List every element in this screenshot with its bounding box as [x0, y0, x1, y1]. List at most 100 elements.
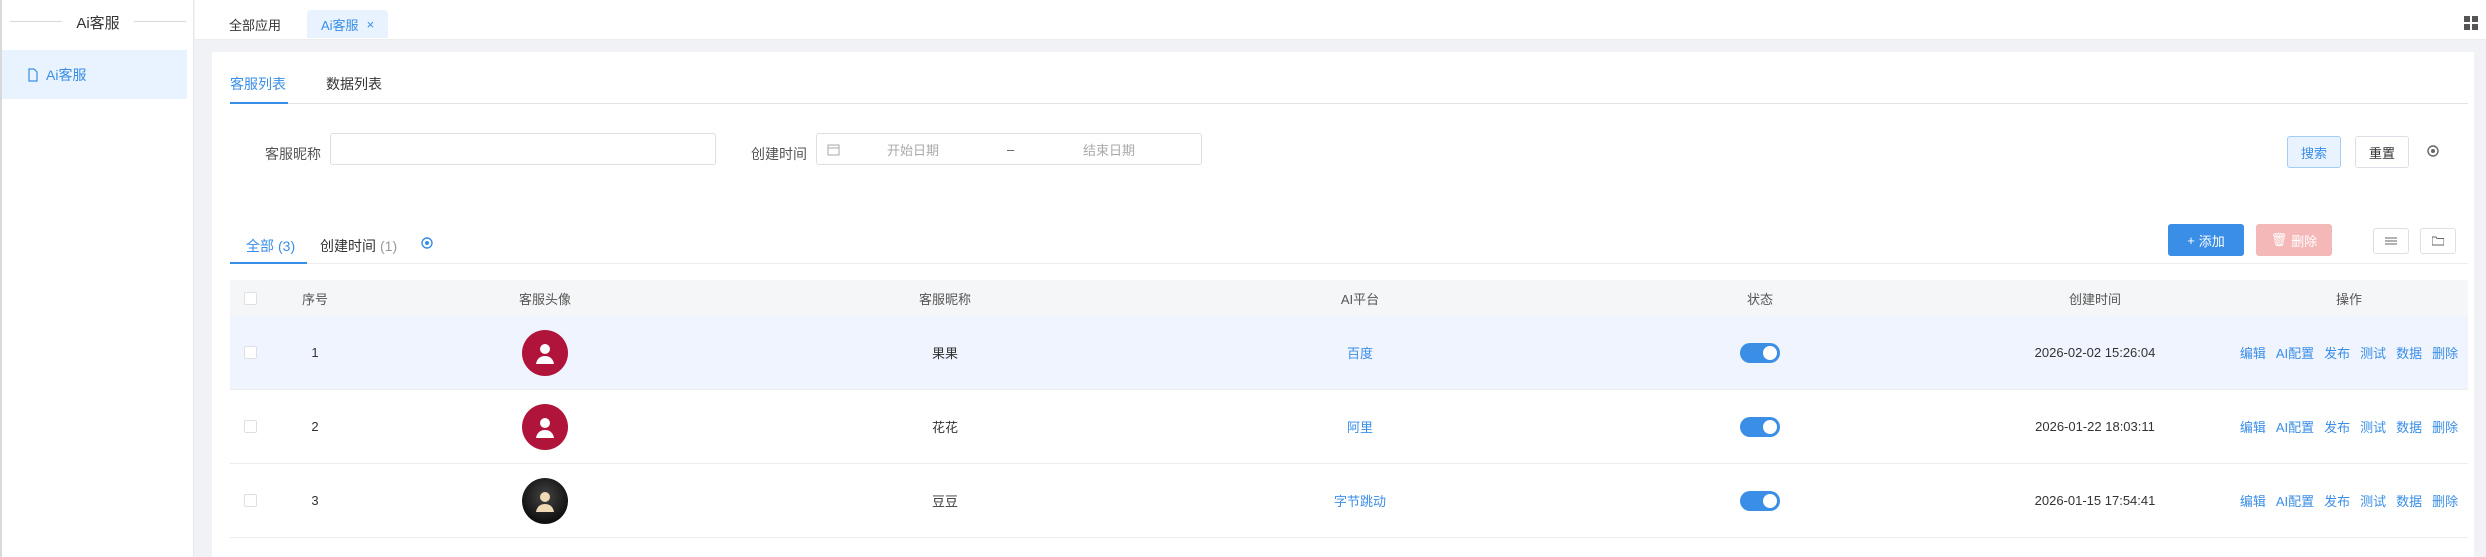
- folder-button[interactable]: [2420, 228, 2456, 254]
- document-icon: [28, 67, 38, 82]
- tab-all-apps[interactable]: 全部应用: [215, 10, 295, 38]
- status-toggle[interactable]: [1740, 490, 1780, 511]
- data-link[interactable]: 数据: [2396, 491, 2422, 510]
- avatar-cell: [360, 464, 730, 537]
- divider: [230, 263, 2468, 264]
- add-label: 添加: [2198, 233, 2225, 249]
- sidebar-title: Ai客服: [76, 14, 120, 32]
- publish-link[interactable]: 发布: [2324, 343, 2350, 362]
- close-icon[interactable]: ×: [367, 17, 375, 32]
- delete-link[interactable]: 删除: [2432, 491, 2458, 510]
- user-icon: [536, 491, 554, 512]
- row-checkbox[interactable]: [243, 420, 257, 433]
- avatar: [522, 477, 568, 524]
- tab-ai-service[interactable]: Ai客服 ×: [307, 10, 389, 38]
- gear-icon[interactable]: [2426, 144, 2440, 158]
- table-row: 1 果果 百度 2026-02-02 15:26:04 编辑 AI配置 发布 测…: [230, 316, 2468, 390]
- subtab-data-list[interactable]: 数据列表: [326, 74, 382, 94]
- end-date-placeholder: 结束日期: [1083, 142, 1136, 158]
- row-select-cell[interactable]: [230, 464, 270, 537]
- select-all-checkbox[interactable]: [243, 291, 257, 305]
- avatar-cell: [360, 316, 730, 389]
- nickname-label: 客服昵称: [265, 146, 321, 162]
- row-platform[interactable]: 百度: [1160, 316, 1560, 389]
- start-date-placeholder: 开始日期: [887, 142, 940, 158]
- row-select-cell[interactable]: [230, 316, 270, 389]
- test-link[interactable]: 测试: [2360, 343, 2386, 362]
- table-row: 3 豆豆 字节跳动 2026-01-15 17:54:41 编辑 AI配置 发布…: [230, 464, 2468, 538]
- settings-icon[interactable]: [420, 236, 434, 250]
- ai-config-link[interactable]: AI配置: [2276, 343, 2314, 362]
- edit-link[interactable]: 编辑: [2240, 343, 2266, 362]
- filter-tab-created[interactable]: 创建时间 (1): [320, 236, 397, 256]
- sliders-icon: [2385, 237, 2397, 245]
- status-toggle[interactable]: [1740, 416, 1780, 437]
- row-no: 1: [311, 345, 319, 360]
- row-platform[interactable]: 字节跳动: [1160, 464, 1560, 537]
- range-separator: –: [1007, 141, 1015, 157]
- subtab-service-list[interactable]: 客服列表: [230, 74, 286, 94]
- data-link[interactable]: 数据: [2396, 343, 2422, 362]
- status-toggle[interactable]: [1740, 342, 1780, 363]
- nickname-input[interactable]: [330, 133, 716, 165]
- edit-link[interactable]: 编辑: [2240, 417, 2266, 436]
- ai-config-link[interactable]: AI配置: [2276, 417, 2314, 436]
- delete-button[interactable]: 🗑 删除: [2256, 224, 2332, 256]
- header-created: 创建时间: [2068, 291, 2121, 307]
- data-link[interactable]: 数据: [2396, 417, 2422, 436]
- active-tab-underline: [230, 102, 288, 104]
- test-link[interactable]: 测试: [2360, 491, 2386, 510]
- filter-tab-label: 创建时间: [320, 238, 376, 254]
- table-row: 2 花花 阿里 2026-01-22 18:03:11 编辑 AI配置 发布 测…: [230, 390, 2468, 464]
- row-created: 2026-01-15 17:54:41: [2034, 493, 2156, 508]
- delete-link[interactable]: 删除: [2432, 343, 2458, 362]
- header-nickname: 客服昵称: [918, 291, 971, 307]
- row-created: 2026-02-02 15:26:04: [2034, 345, 2156, 360]
- row-created: 2026-01-22 18:03:11: [2035, 419, 2155, 434]
- status-cell: [1560, 390, 1960, 463]
- filter-tab-all[interactable]: 全部 (3): [246, 236, 295, 256]
- avatar: [522, 329, 568, 376]
- divider: [134, 21, 186, 22]
- header-platform: AI平台: [1340, 291, 1380, 307]
- row-checkbox[interactable]: [243, 494, 257, 507]
- row-nickname: 花花: [931, 420, 958, 435]
- header-no: 序号: [301, 291, 328, 307]
- row-ops: 编辑 AI配置 发布 测试 数据 删除: [2230, 464, 2468, 537]
- row-ops: 编辑 AI配置 发布 测试 数据 删除: [2230, 390, 2468, 463]
- publish-link[interactable]: 发布: [2324, 491, 2350, 510]
- delete-label: 删除: [2291, 233, 2318, 249]
- sidebar: Ai客服 Ai客服: [2, 0, 194, 557]
- filter-tab-count: (3): [278, 238, 296, 254]
- tab-label: Ai客服: [321, 17, 359, 33]
- avatar: [522, 403, 568, 450]
- delete-link[interactable]: 删除: [2432, 417, 2458, 436]
- service-table: 序号 客服头像 客服昵称 AI平台 状态 创建时间 操作 1 果果 百度 202…: [230, 280, 2468, 538]
- divider: [10, 21, 62, 22]
- trash-icon: 🗑: [2270, 232, 2288, 247]
- active-filter-underline: [230, 262, 307, 264]
- publish-link[interactable]: 发布: [2324, 417, 2350, 436]
- grid-icon[interactable]: [2464, 16, 2478, 30]
- date-range-picker[interactable]: 开始日期 – 结束日期: [816, 133, 1202, 165]
- column-settings-button[interactable]: [2373, 228, 2409, 254]
- row-no: 2: [311, 419, 319, 434]
- sidebar-header: Ai客服: [2, 0, 194, 44]
- row-nickname: 豆豆: [931, 494, 958, 509]
- test-link[interactable]: 测试: [2360, 417, 2386, 436]
- sidebar-item-label: Ai客服: [46, 66, 87, 83]
- main-content: 客服列表 数据列表 客服昵称 创建时间 开始日期 – 结束日期 搜索 重置 全部…: [212, 52, 2474, 557]
- user-icon: [536, 417, 554, 438]
- header-ops: 操作: [2335, 291, 2362, 307]
- row-platform[interactable]: 阿里: [1160, 390, 1560, 463]
- reset-button[interactable]: 重置: [2355, 136, 2409, 168]
- sidebar-item-ai-service[interactable]: Ai客服: [2, 50, 187, 99]
- row-checkbox[interactable]: [243, 346, 257, 359]
- row-select-cell[interactable]: [230, 390, 270, 463]
- select-all-cell[interactable]: [230, 280, 270, 316]
- search-button[interactable]: 搜索: [2287, 136, 2341, 168]
- add-button[interactable]: + 添加: [2168, 224, 2244, 256]
- edit-link[interactable]: 编辑: [2240, 491, 2266, 510]
- ai-config-link[interactable]: AI配置: [2276, 491, 2314, 510]
- sub-tabs: 客服列表 数据列表: [230, 64, 2468, 104]
